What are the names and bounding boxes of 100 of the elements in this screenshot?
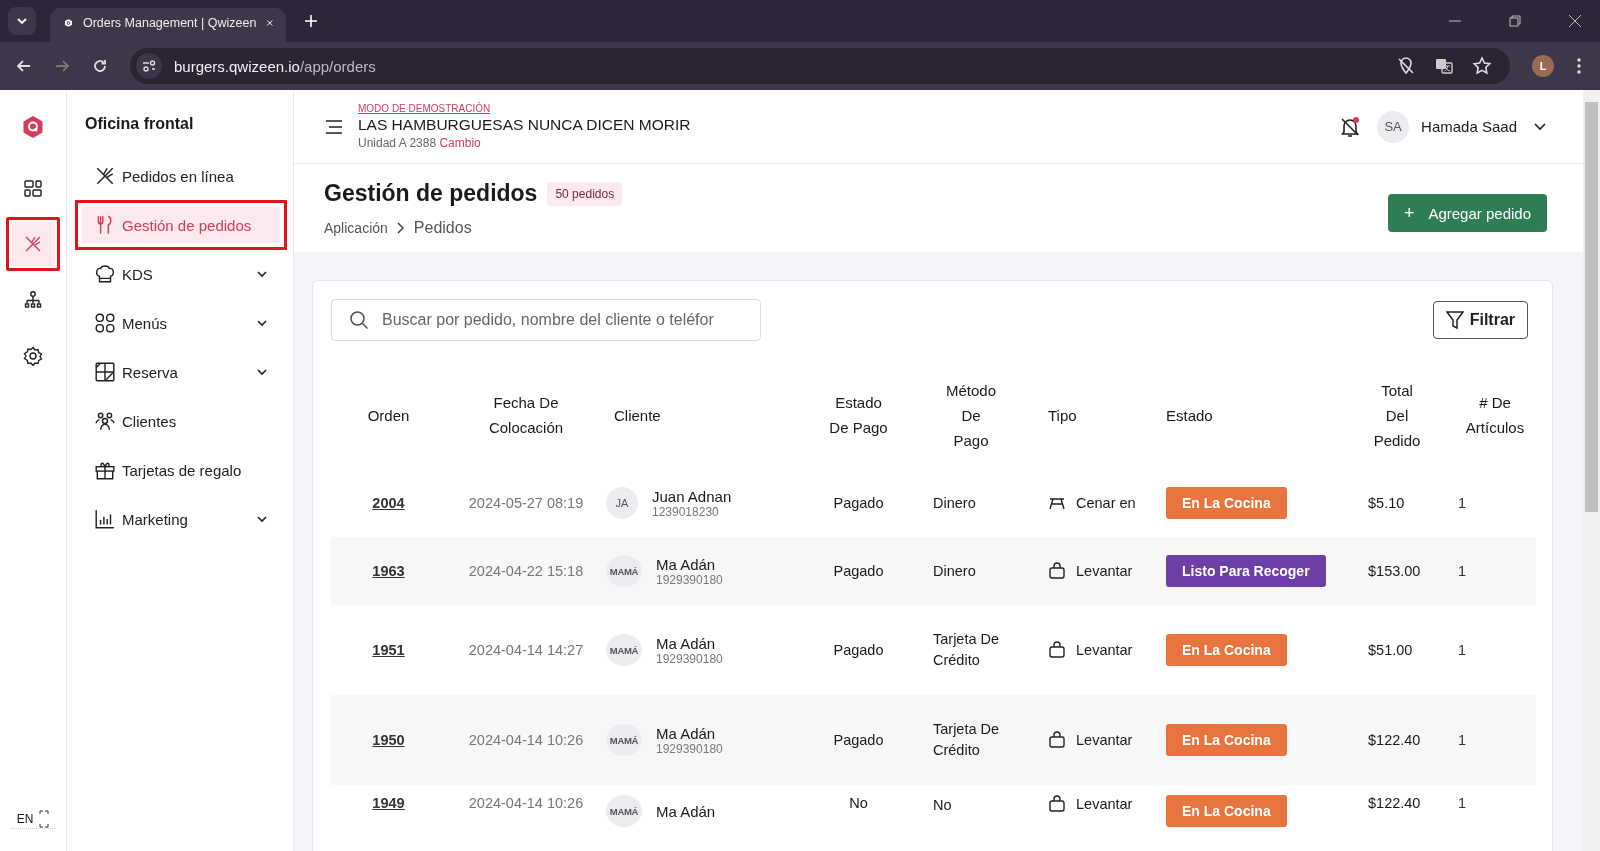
chef-hat-icon bbox=[94, 263, 116, 285]
column-header: Cliente bbox=[613, 405, 662, 426]
column-header: Fecha De Colocación bbox=[487, 393, 565, 438]
status-badge: Listo Para Recoger bbox=[1166, 555, 1326, 587]
column-header: Estado De Pago bbox=[828, 393, 889, 438]
people-icon bbox=[94, 410, 116, 432]
payment-status: Pagado bbox=[833, 563, 884, 579]
status-badge: En La Cocina bbox=[1166, 634, 1287, 666]
order-link[interactable]: 1951 bbox=[372, 642, 405, 658]
customer-avatar: MAMÁ bbox=[606, 555, 642, 587]
new-tab-icon[interactable] bbox=[304, 14, 318, 28]
item-count: 1 bbox=[1458, 732, 1467, 748]
order-type: Levantar bbox=[1076, 642, 1133, 658]
payment-method: Tarjeta De Crédito bbox=[933, 720, 1001, 760]
change-link[interactable]: Cambio bbox=[439, 136, 481, 150]
nav-item[interactable]: KDS bbox=[75, 249, 287, 299]
more-menu-icon[interactable] bbox=[1576, 57, 1582, 75]
browser-tab[interactable]: Orders Management | Qwizeen bbox=[50, 8, 286, 42]
star-icon[interactable] bbox=[1472, 56, 1492, 76]
breadcrumb-link[interactable]: Aplicación bbox=[324, 220, 388, 236]
tab-title: Orders Management | Qwizeen bbox=[82, 16, 257, 30]
order-type: Levantar bbox=[1076, 732, 1133, 748]
date-text: 2024-04-22 15:18 bbox=[468, 563, 584, 579]
status-badge: En La Cocina bbox=[1166, 724, 1287, 756]
customer-name: Juan Adnan bbox=[652, 487, 732, 505]
order-total: $51.00 bbox=[1368, 642, 1413, 658]
customer-avatar: MAMÁ bbox=[606, 724, 642, 756]
nav-item[interactable]: Menús bbox=[75, 298, 287, 348]
rail-button[interactable] bbox=[6, 217, 60, 271]
add-order-button[interactable]: + Agregar pedido bbox=[1387, 194, 1547, 232]
restore-icon[interactable] bbox=[1508, 14, 1522, 28]
back-icon[interactable] bbox=[16, 58, 32, 74]
order-link[interactable]: 2004 bbox=[372, 495, 405, 511]
address-bar[interactable]: burgers.qwizeen.io/app/orders bbox=[130, 48, 1510, 84]
item-count: 1 bbox=[1458, 642, 1467, 658]
translate-icon[interactable] bbox=[1434, 56, 1454, 76]
column-header: Orden bbox=[366, 405, 411, 426]
logo-icon bbox=[64, 16, 73, 30]
nav-item[interactable]: Clientes bbox=[75, 396, 287, 446]
chevron-down-icon bbox=[256, 270, 268, 278]
dashboard-icon bbox=[23, 178, 43, 198]
nav-item[interactable]: Pedidos en línea bbox=[75, 151, 287, 201]
breadcrumb-current: Pedidos bbox=[413, 219, 472, 237]
order-link[interactable]: 1963 bbox=[372, 563, 405, 579]
item-count: 1 bbox=[1458, 495, 1467, 511]
filter-button[interactable]: Filtrar bbox=[1432, 301, 1528, 339]
order-total: $122.40 bbox=[1368, 732, 1421, 748]
nav-item[interactable]: Marketing bbox=[75, 494, 287, 544]
forward-icon[interactable] bbox=[54, 58, 70, 74]
site-settings-icon[interactable] bbox=[136, 53, 162, 79]
shopping-bag-icon bbox=[1048, 731, 1066, 749]
reload-icon[interactable] bbox=[92, 58, 108, 74]
fork-knife-icon bbox=[94, 165, 116, 187]
order-total: $122.40 bbox=[1368, 795, 1421, 811]
close-window-icon[interactable] bbox=[1568, 14, 1582, 28]
customer-avatar: JA bbox=[606, 487, 638, 519]
chevron-down-icon bbox=[256, 368, 268, 376]
customer-phone: 1239018230 bbox=[652, 504, 720, 519]
column-header: Estado bbox=[1165, 405, 1214, 426]
order-link[interactable]: 1950 bbox=[372, 732, 405, 748]
menu-icon[interactable] bbox=[324, 118, 344, 135]
grid-icon bbox=[94, 312, 116, 334]
demo-mode-link[interactable]: MODO DE DEMOSTRACIÓN bbox=[358, 103, 691, 114]
payment-status: Pagado bbox=[833, 642, 884, 658]
nav-item[interactable]: Reserva bbox=[75, 347, 287, 397]
chevron-down-icon[interactable] bbox=[1533, 121, 1547, 132]
nav-item[interactable]: Gestión de pedidos bbox=[75, 200, 287, 250]
tab-search-button[interactable] bbox=[8, 7, 36, 35]
logo-icon bbox=[22, 115, 44, 139]
user-avatar[interactable]: SA bbox=[1377, 110, 1410, 143]
user-name[interactable]: Hamada Saad bbox=[1421, 118, 1517, 135]
status-badge: En La Cocina bbox=[1166, 487, 1287, 519]
order-total: $153.00 bbox=[1368, 563, 1421, 579]
close-icon[interactable] bbox=[266, 17, 274, 29]
order-link[interactable]: 1949 bbox=[372, 795, 405, 811]
count-badge: 50 pedidos bbox=[547, 181, 623, 206]
language-switcher[interactable]: EN bbox=[10, 810, 56, 829]
order-type: Levantar bbox=[1076, 796, 1133, 812]
scrollbar[interactable] bbox=[1583, 90, 1600, 851]
location-blocked-icon[interactable] bbox=[1396, 56, 1416, 76]
date-text: 2024-04-14 10:26 bbox=[468, 732, 584, 748]
customer-avatar: MAMÁ bbox=[606, 634, 642, 666]
customer-name: Ma Adán bbox=[656, 634, 717, 652]
chevron-down-icon bbox=[256, 319, 268, 327]
notifications-off-icon[interactable] bbox=[1339, 115, 1362, 138]
payment-method: No bbox=[933, 796, 953, 815]
customer-name: Ma Adán bbox=[656, 802, 716, 820]
chevron-down-icon bbox=[256, 515, 268, 523]
page-title: Gestión de pedidos bbox=[324, 180, 538, 207]
search-field[interactable]: Buscar por pedido, nombre del cliente o teléfor bbox=[331, 299, 761, 341]
nav-item[interactable]: Tarjetas de regalo bbox=[75, 445, 287, 495]
hierarchy-icon bbox=[23, 290, 43, 310]
payment-method: Dinero bbox=[933, 493, 977, 513]
bar-chart-icon bbox=[94, 508, 116, 530]
profile-avatar[interactable]: L bbox=[1532, 55, 1554, 77]
payment-status: Pagado bbox=[833, 732, 884, 748]
date-text: 2024-05-27 08:19 bbox=[468, 495, 584, 511]
payment-status: No bbox=[849, 795, 868, 811]
customer-phone: 1929390180 bbox=[656, 741, 723, 756]
chevron-down-icon bbox=[16, 15, 28, 27]
